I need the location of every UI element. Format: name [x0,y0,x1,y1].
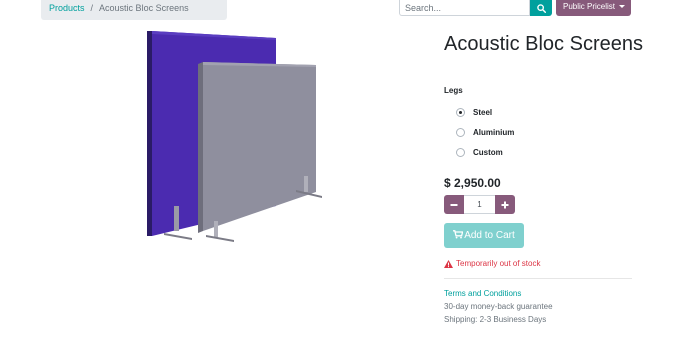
product-price: $ 2,950.00 [444,176,501,190]
search-input[interactable] [399,0,530,16]
option-custom-label: Custom [473,148,503,157]
product-image [147,31,322,242]
breadcrumb-separator: / [90,3,94,13]
terms-link[interactable]: Terms and Conditions [444,289,521,298]
breadcrumb-products-link[interactable]: Products [49,3,85,13]
shopping-cart-icon [453,230,464,239]
add-to-cart-button[interactable]: Add to Cart [444,223,524,248]
option-steel-label: Steel [473,108,493,117]
option-aluminium-label: Aluminium [473,128,515,137]
radio-aluminium[interactable] [456,128,465,137]
guarantee-text: 30-day money-back guarantee [444,302,553,311]
option-aluminium[interactable]: Aluminium [456,128,514,137]
warning-icon [444,259,453,268]
option-custom[interactable]: Custom [456,148,503,157]
plus-icon [501,201,509,208]
quantity-input[interactable] [464,195,495,214]
shipping-text: Shipping: 2-3 Business Days [444,315,547,324]
pricelist-label: Public Pricelist [563,2,616,11]
add-to-cart-label: Add to Cart [464,230,515,241]
radio-steel[interactable] [456,108,465,117]
quantity-minus-button[interactable] [444,195,464,214]
stock-status-text: Temporarily out of stock [456,259,541,268]
option-steel[interactable]: Steel [456,108,492,117]
divider [444,278,632,279]
search-button[interactable] [530,0,552,16]
minus-icon [450,203,458,206]
breadcrumb: Products / Acoustic Bloc Screens [41,0,227,20]
radio-custom[interactable] [456,148,465,157]
breadcrumb-current: Acoustic Bloc Screens [99,3,189,13]
search-icon [536,3,546,13]
stock-status: Temporarily out of stock [444,259,540,268]
quantity-plus-button[interactable] [495,195,515,214]
search-bar [399,0,552,16]
pricelist-dropdown[interactable]: Public Pricelist [556,0,631,16]
product-title: Acoustic Bloc Screens [444,33,643,55]
caret-down-icon [619,5,626,8]
front-screen-panel [198,62,316,233]
attribute-label-legs: Legs [444,86,463,95]
quantity-stepper [444,195,515,214]
